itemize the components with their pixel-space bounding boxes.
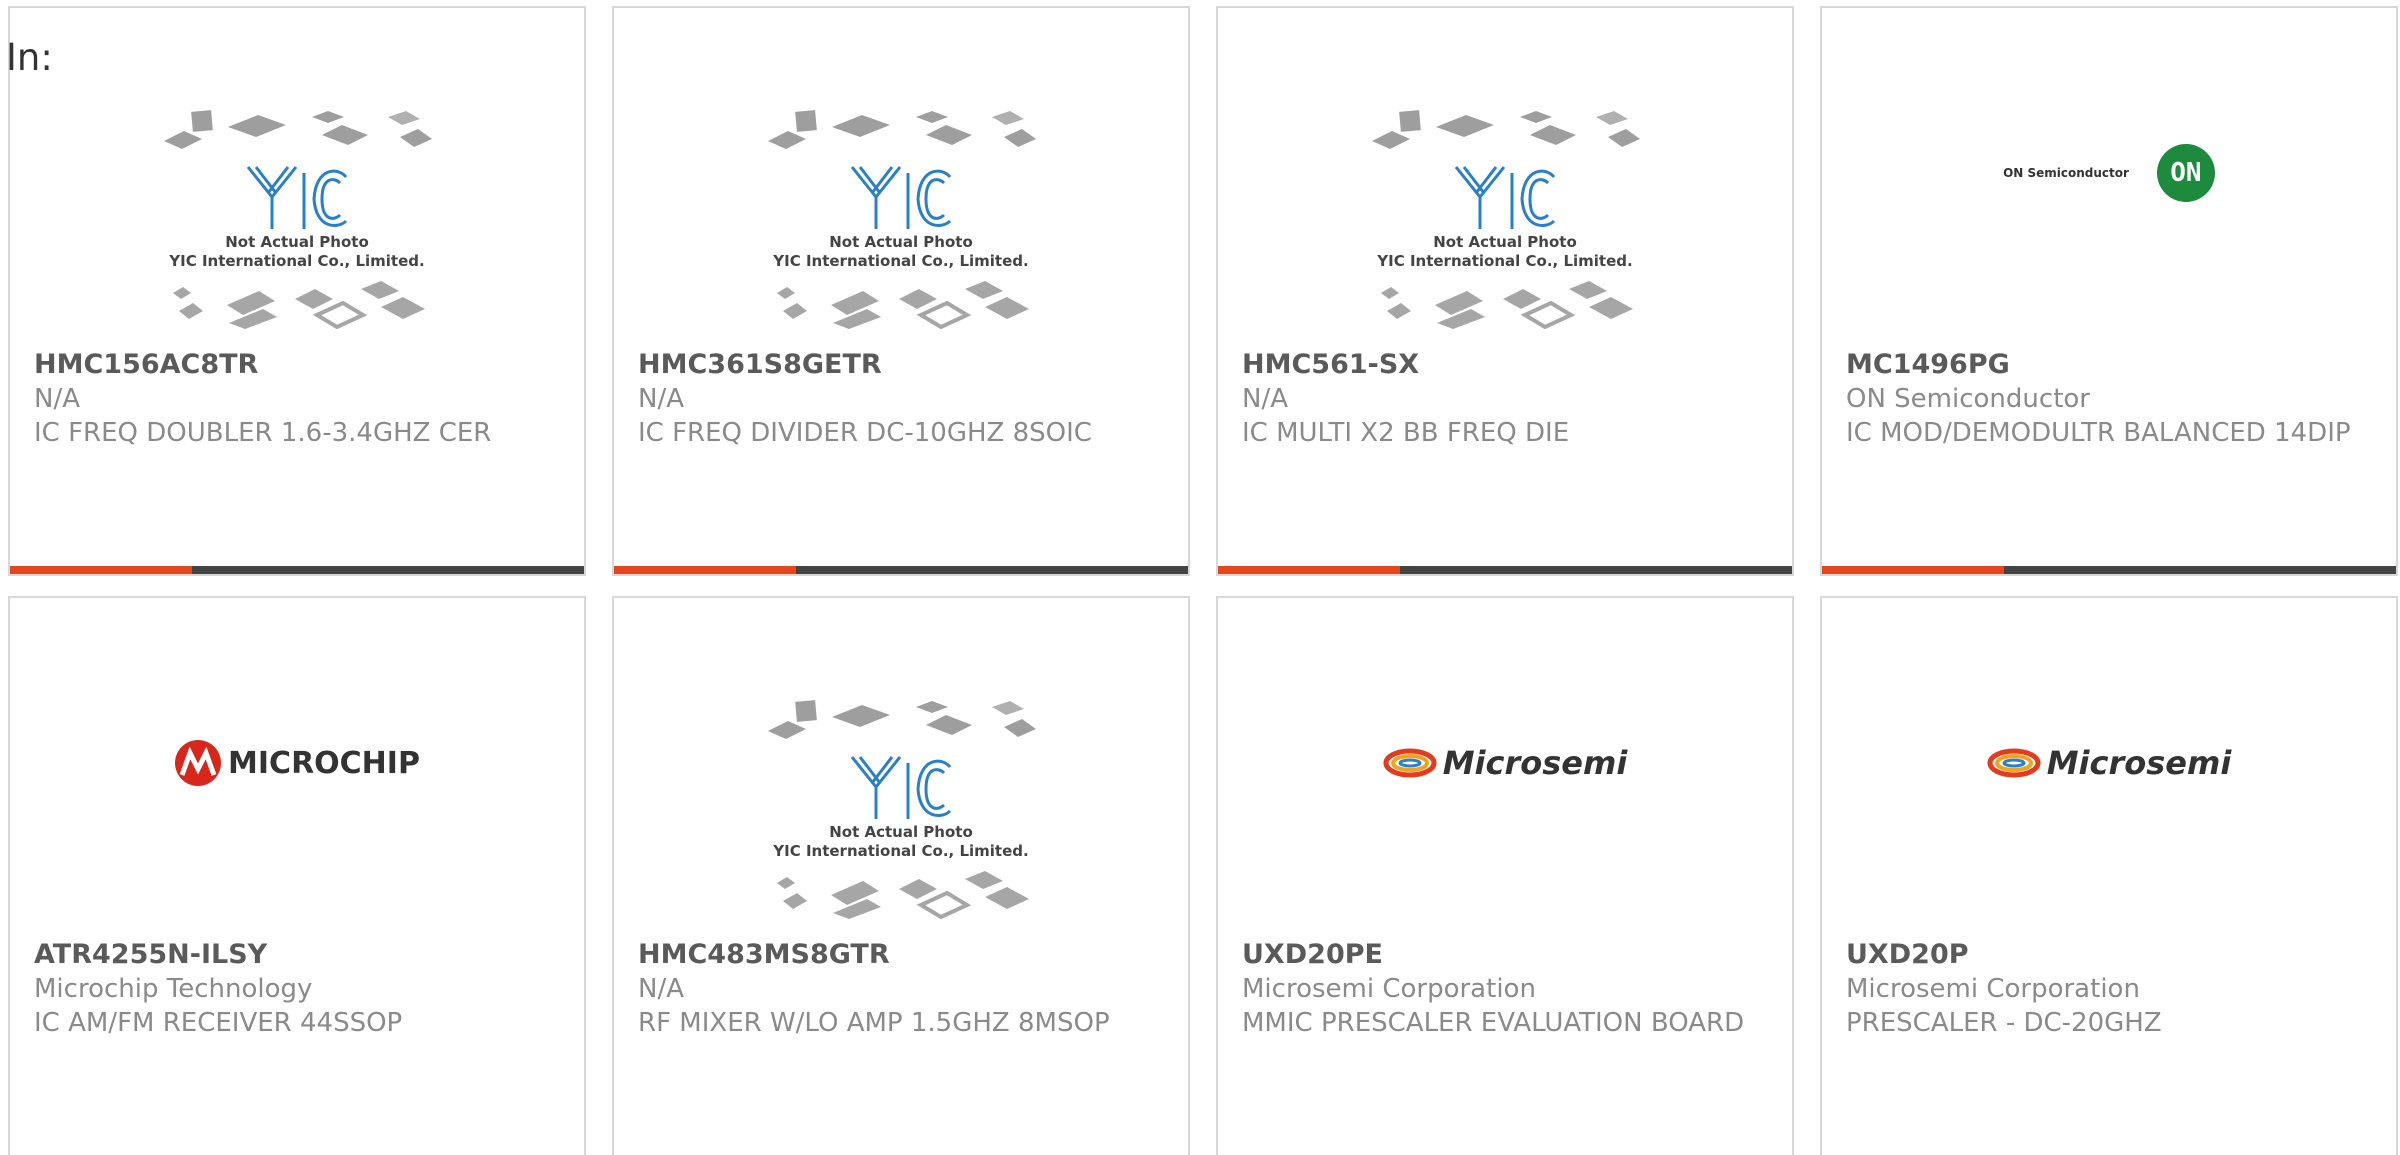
- placeholder-caption-line1: Not Actual Photo: [829, 823, 973, 841]
- product-info: HMC156AC8TR N/A IC FREQ DOUBLER 1.6-3.4G…: [34, 348, 564, 450]
- manufacturer: N/A: [1242, 384, 1288, 414]
- product-info: HMC561-SX N/A IC MULTI X2 BB FREQ DIE: [1242, 348, 1772, 450]
- card-bar-accent: [1218, 566, 1400, 574]
- product-info: HMC361S8GETR N/A IC FREQ DIVIDER DC-10GH…: [638, 348, 1168, 450]
- product-image: Not Actual Photo YIC International Co., …: [10, 88, 584, 348]
- description: IC FREQ DOUBLER 1.6-3.4GHZ CER: [34, 418, 492, 448]
- microchip-icon: [175, 740, 222, 786]
- placeholder-caption: Not Actual Photo YIC International Co., …: [169, 233, 424, 271]
- product-image: Not Actual Photo YIC International Co., …: [614, 88, 1188, 348]
- product-card[interactable]: MICROCHIP ATR4255N-ILSY Microchip Techno…: [8, 596, 586, 1155]
- manufacturer: Microchip Technology: [34, 974, 313, 1004]
- description: IC AM/FM RECEIVER 44SSOP: [34, 1008, 403, 1038]
- microsemi-logo: Microsemi: [1383, 744, 1628, 782]
- product-listing-page: Not Actual Photo YIC International Co., …: [0, 0, 2400, 1155]
- microchip-logo-text: MICROCHIP: [228, 745, 420, 781]
- description: MMIC PRESCALER EVALUATION BOARD: [1242, 1008, 1745, 1038]
- microchip-logo: MICROCHIP: [174, 739, 420, 787]
- manufacturer: N/A: [34, 384, 80, 414]
- on-badge-icon: ON: [2156, 144, 2215, 202]
- product-image: Microsemi: [1822, 678, 2396, 938]
- placeholder-caption-line2: YIC International Co., Limited.: [169, 252, 425, 270]
- manufacturer: Microsemi Corporation: [1242, 974, 1536, 1004]
- manufacturer: Microsemi Corporation: [1846, 974, 2140, 1004]
- chip-icons-bottom: [777, 281, 1029, 329]
- card-bottom-bar: [614, 566, 1188, 574]
- card-bottom-bar: [1822, 566, 2396, 574]
- placeholder-caption-line1: Not Actual Photo: [1433, 233, 1577, 251]
- product-card[interactable]: Not Actual Photo YIC International Co., …: [8, 6, 586, 576]
- yic-placeholder-image: Not Actual Photo YIC International Co., …: [162, 107, 432, 329]
- product-card[interactable]: Not Actual Photo YIC International Co., …: [1216, 6, 1794, 576]
- product-card[interactable]: Microsemi UXD20PE Microsemi Corporation …: [1216, 596, 1794, 1155]
- product-card[interactable]: ON Semiconductor ON MC1496PG ON Semicond…: [1820, 6, 2398, 576]
- chip-icons-top: [768, 700, 1036, 739]
- card-bottom-bar: [10, 566, 584, 574]
- placeholder-caption-line1: Not Actual Photo: [829, 233, 973, 251]
- chip-icons-bottom: [777, 871, 1029, 919]
- placeholder-caption: Not Actual Photo YIC International Co., …: [1377, 233, 1632, 271]
- yic-placeholder-image: Not Actual Photo YIC International Co., …: [766, 697, 1036, 919]
- product-info: UXD20PE Microsemi Corporation MMIC PRESC…: [1242, 938, 1772, 1040]
- product-image: Microsemi: [1218, 678, 1792, 938]
- product-image: Not Actual Photo YIC International Co., …: [1218, 88, 1792, 348]
- chip-icons-bottom: [173, 281, 425, 329]
- yic-placeholder-image: Not Actual Photo YIC International Co., …: [1370, 107, 1640, 329]
- on-semiconductor-logo: ON Semiconductor ON: [2003, 144, 2215, 202]
- product-image: MICROCHIP: [10, 678, 584, 938]
- product-info: UXD20P Microsemi Corporation PRESCALER -…: [1846, 938, 2376, 1040]
- product-image: Not Actual Photo YIC International Co., …: [614, 678, 1188, 938]
- part-number[interactable]: UXD20PE: [1242, 938, 1772, 972]
- yic-logo-icon: [246, 166, 348, 229]
- yic-logo-icon: [1454, 166, 1556, 229]
- product-card[interactable]: Microsemi UXD20P Microsemi Corporation P…: [1820, 596, 2398, 1155]
- product-info: ATR4255N-ILSY Microchip Technology IC AM…: [34, 938, 564, 1040]
- on-semiconductor-logo-text: ON Semiconductor: [2003, 166, 2129, 180]
- manufacturer: N/A: [638, 974, 684, 1004]
- product-grid: Not Actual Photo YIC International Co., …: [8, 6, 2398, 1155]
- yic-placeholder-image: Not Actual Photo YIC International Co., …: [766, 107, 1036, 329]
- filter-label: In:: [6, 36, 53, 79]
- part-number[interactable]: ATR4255N-ILSY: [34, 938, 564, 972]
- microsemi-swirl-icon: [1383, 748, 1437, 778]
- placeholder-caption: Not Actual Photo YIC International Co., …: [773, 823, 1028, 861]
- card-bar-accent: [614, 566, 796, 574]
- product-info: MC1496PG ON Semiconductor IC MOD/DEMODUL…: [1846, 348, 2376, 450]
- placeholder-caption: Not Actual Photo YIC International Co., …: [773, 233, 1028, 271]
- product-card[interactable]: Not Actual Photo YIC International Co., …: [612, 596, 1190, 1155]
- part-number[interactable]: HMC483MS8GTR: [638, 938, 1168, 972]
- product-card[interactable]: Not Actual Photo YIC International Co., …: [612, 6, 1190, 576]
- chip-icons-top: [1372, 110, 1640, 149]
- placeholder-caption-line2: YIC International Co., Limited.: [773, 252, 1029, 270]
- card-bar-accent: [1822, 566, 2004, 574]
- part-number[interactable]: UXD20P: [1846, 938, 2376, 972]
- microsemi-logo-text: Microsemi: [2046, 744, 2232, 782]
- card-bar-accent: [10, 566, 192, 574]
- chip-icons-bottom: [1381, 281, 1633, 329]
- part-number[interactable]: HMC561-SX: [1242, 348, 1772, 382]
- microsemi-logo-text: Microsemi: [1442, 744, 1628, 782]
- product-info: HMC483MS8GTR N/A RF MIXER W/LO AMP 1.5GH…: [638, 938, 1168, 1040]
- description: IC FREQ DIVIDER DC-10GHZ 8SOIC: [638, 418, 1092, 448]
- manufacturer: ON Semiconductor: [1846, 384, 2090, 414]
- yic-logo-icon: [850, 756, 952, 819]
- microsemi-swirl-icon: [1987, 748, 2041, 778]
- manufacturer: N/A: [638, 384, 684, 414]
- placeholder-caption-line2: YIC International Co., Limited.: [773, 842, 1029, 860]
- part-number[interactable]: HMC361S8GETR: [638, 348, 1168, 382]
- product-image: ON Semiconductor ON: [1822, 88, 2396, 348]
- placeholder-caption-line2: YIC International Co., Limited.: [1377, 252, 1633, 270]
- chip-icons-top: [164, 110, 432, 149]
- description: PRESCALER - DC-20GHZ: [1846, 1008, 2162, 1038]
- part-number[interactable]: HMC156AC8TR: [34, 348, 564, 382]
- yic-logo-icon: [850, 166, 952, 229]
- chip-icons-top: [768, 110, 1036, 149]
- microsemi-logo: Microsemi: [1987, 744, 2232, 782]
- part-number[interactable]: MC1496PG: [1846, 348, 2376, 382]
- description: IC MULTI X2 BB FREQ DIE: [1242, 418, 1570, 448]
- description: IC MOD/DEMODULTR BALANCED 14DIP: [1846, 418, 2351, 448]
- description: RF MIXER W/LO AMP 1.5GHZ 8MSOP: [638, 1008, 1110, 1038]
- placeholder-caption-line1: Not Actual Photo: [225, 233, 369, 251]
- card-bottom-bar: [1218, 566, 1792, 574]
